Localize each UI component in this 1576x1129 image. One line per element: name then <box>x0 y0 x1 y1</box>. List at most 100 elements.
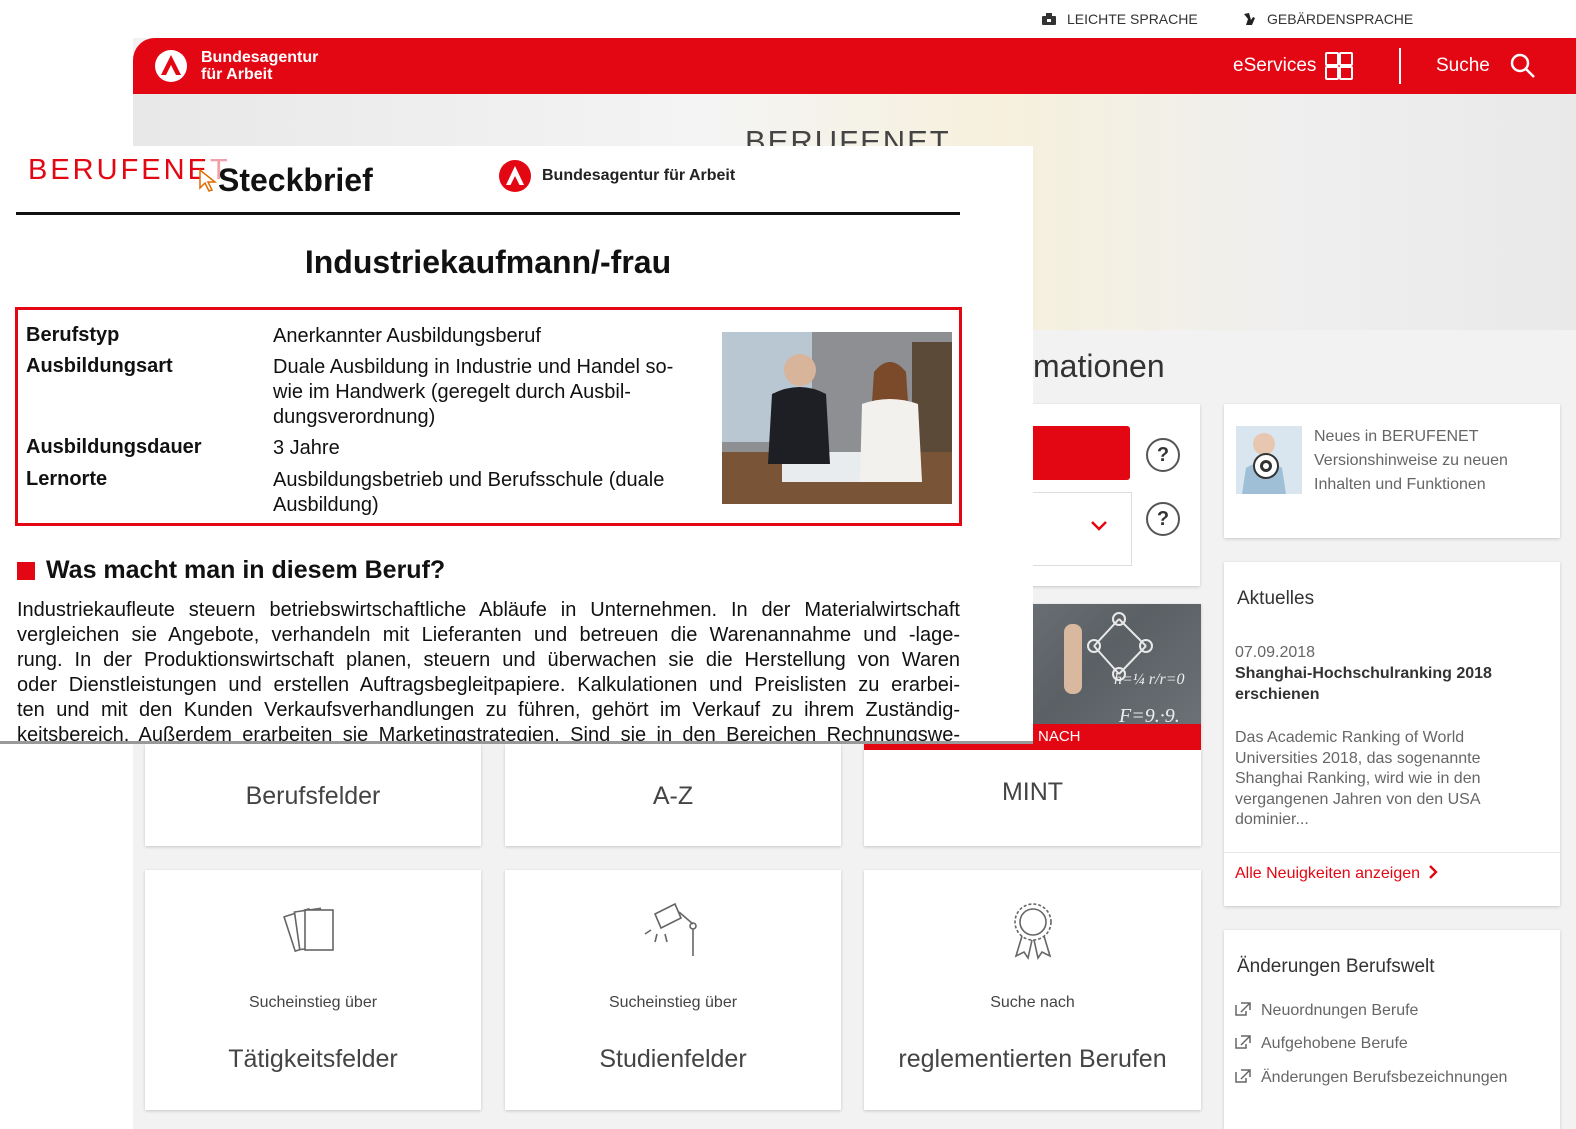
fact-label: Ausbildungsart <box>26 355 173 377</box>
fact-line: Anerkannter Ausbildungsberuf <box>273 325 541 347</box>
fact-line: wie im Handwerk (geregelt durch Ausbil- <box>273 381 631 403</box>
document-edge <box>0 741 1033 744</box>
section-marker <box>17 562 35 580</box>
aenderungen-link-2[interactable]: Aufgehobene Berufe <box>1235 1033 1408 1054</box>
svg-text:h=¼ r/r=0: h=¼ r/r=0 <box>1114 671 1185 688</box>
section-title: Was macht man in diesem Beruf? <box>46 556 446 584</box>
easy-language-icon <box>1042 13 1056 25</box>
tile-subtitle: Sucheinstieg über <box>608 994 738 1011</box>
body-line: Shanghai Ranking, wird wie in den <box>1235 770 1481 787</box>
fact-value: Anerkannter Ausbildungsberuf <box>273 324 713 349</box>
fact-line: Ausbildung) <box>273 494 379 516</box>
cards-icon <box>283 907 334 953</box>
search-link[interactable]: Suche <box>1436 55 1490 77</box>
job-photo <box>722 332 952 504</box>
news-line-1: Neues in BERUFENET <box>1314 428 1479 445</box>
aktuelles-card: Aktuelles 07.09.2018 Shanghai-Hochschulr… <box>1224 562 1560 906</box>
eservices-link[interactable]: eServices <box>1233 55 1316 77</box>
fact-value: 3 Jahre <box>273 436 713 461</box>
aenderungen-title: Änderungen Berufswelt <box>1237 956 1435 977</box>
information-heading: mationen <box>1033 348 1165 384</box>
ba-name: Bundesagentur für Arbeit <box>542 167 736 184</box>
aenderungen-card: Änderungen Berufswelt Neuordnungen Beruf… <box>1224 930 1560 1129</box>
tile-reglementierte-berufe[interactable]: Suche nach reglementierten Berufen <box>864 870 1201 1110</box>
mint-label-fragment: NACH <box>1038 728 1081 745</box>
sign-language-icon <box>1244 13 1255 25</box>
fact-line: dungsverordnung) <box>273 406 436 428</box>
easy-language-link[interactable]: LEICHTE SPRACHE <box>1041 11 1198 27</box>
ba-logo-icon[interactable] <box>155 50 187 82</box>
job-title: Industriekaufmann/-frau <box>304 244 672 280</box>
search-card: EN ? ? <box>1013 404 1200 586</box>
link-label: Änderungen Berufsbezeichnungen <box>1261 1069 1508 1086</box>
logo-line-2: für Arbeit <box>201 66 273 83</box>
tile-subtitle: Sucheinstieg über <box>248 994 378 1011</box>
grid-icon[interactable] <box>1325 52 1353 80</box>
award-rosette-icon <box>1013 903 1052 961</box>
fact-label: Lernorte <box>26 468 108 490</box>
help-icon[interactable]: ? <box>1146 438 1180 472</box>
ba-logo-icon <box>499 160 531 192</box>
body-line: Das Academic Ranking of World <box>1235 729 1465 746</box>
external-link-icon <box>1235 1035 1251 1049</box>
para-line: keitsbereich. Außerdem erarbeiten sie Ma… <box>17 724 960 743</box>
job-description: Industriekaufleute steuern betriebswirts… <box>17 598 960 743</box>
search-icon[interactable] <box>1509 52 1537 80</box>
external-link-icon <box>1235 1002 1251 1016</box>
site-header: Bundesagentur für Arbeit eServices Suche <box>133 38 1576 94</box>
news-line-3: Inhalten und Funktionen <box>1314 476 1486 493</box>
all-news-label: Alle Neuigkeiten anzeigen <box>1235 865 1421 882</box>
tile-a-z[interactable]: A-Z <box>505 744 841 846</box>
fact-value: Duale Ausbildung in Industrie und Handel… <box>273 355 713 430</box>
logo-line-1: Bundesagentur <box>201 49 319 66</box>
job-facts-box: Berufstyp Anerkannter Ausbildungsberuf A… <box>15 307 962 526</box>
aenderungen-link-3[interactable]: Änderungen Berufsbezeichnungen <box>1235 1067 1507 1088</box>
easy-language-label: LEICHTE SPRACHE <box>1067 11 1198 27</box>
sign-language-link[interactable]: GEBÄRDENSPRACHE <box>1241 11 1413 27</box>
fact-value: Ausbildungsbetrieb und Berufsschule (dua… <box>273 468 713 518</box>
aktuelles-date: 07.09.2018 <box>1235 644 1316 661</box>
document-type: Steckbrief <box>218 162 373 198</box>
megaphone-person-icon <box>1236 426 1302 494</box>
all-news-link[interactable]: Alle Neuigkeiten anzeigen <box>1235 865 1439 883</box>
chevron-right-icon <box>1429 865 1439 879</box>
ba-logo-text[interactable]: Bundesagentur für Arbeit <box>201 49 318 83</box>
aktuelles-headline[interactable]: Shanghai-Hochschulranking 2018 erschiene… <box>1235 663 1492 705</box>
tile-title: Tätigkeitsfelder <box>228 1045 398 1073</box>
fact-label: Berufstyp <box>26 324 120 346</box>
para-line: rung. In der Produktionswirtschaft plane… <box>17 649 960 671</box>
headline-line-2: erschienen <box>1235 686 1320 703</box>
news-card-text: Neues in BERUFENET Versionshinweise zu n… <box>1314 426 1508 495</box>
header-divider <box>1399 48 1401 84</box>
tile-subtitle: Suche nach <box>990 994 1075 1011</box>
desk-lamp-icon <box>644 902 697 956</box>
link-label: Neuordnungen Berufe <box>1261 1002 1419 1019</box>
fact-line: 3 Jahre <box>273 437 340 459</box>
news-card[interactable]: Neues in BERUFENET Versionshinweise zu n… <box>1224 404 1560 538</box>
tile-title: A-Z <box>652 782 694 810</box>
tile-studienfelder[interactable]: Sucheinstieg über Studienfelder <box>505 870 841 1110</box>
body-line: vergangenen Jahren von den USA <box>1235 790 1481 808</box>
sign-language-label: GEBÄRDENSPRACHE <box>1267 11 1414 27</box>
body-line: dominier... <box>1235 811 1309 828</box>
para-line: oder Dienstleistungen und erstellen Auft… <box>17 674 960 696</box>
link-label: Aufgehobene Berufe <box>1261 1035 1408 1052</box>
accessibility-bar: LEICHTE SPRACHE GEBÄRDENSPRACHE <box>133 0 1576 38</box>
help-icon-2[interactable]: ? <box>1146 502 1180 536</box>
aenderungen-link-1[interactable]: Neuordnungen Berufe <box>1235 1000 1418 1021</box>
external-link-icon <box>1235 1069 1251 1083</box>
para-line: vergleichen sie Angebote, verhandeln mit… <box>17 624 960 646</box>
body-line: Universities 2018, das sogenannte <box>1235 749 1481 767</box>
para-line: ten und mit den Kunden Verkaufsverhandlu… <box>17 699 960 721</box>
header-rule <box>16 212 960 215</box>
aktuelles-title: Aktuelles <box>1237 588 1315 609</box>
steckbrief-document: BERUFENET Steckbrief Bundesagentur für A… <box>0 146 1033 743</box>
tile-taetigkeitsfelder[interactable]: Sucheinstieg über Tätigkeitsfelder <box>145 870 481 1110</box>
fact-label: Ausbildungsdauer <box>26 436 202 458</box>
aktuelles-body: Das Academic Ranking of World Universiti… <box>1235 728 1481 831</box>
fact-line: Duale Ausbildung in Industrie und Handel… <box>273 356 674 378</box>
tile-title: Berufsfelder <box>245 782 381 810</box>
tile-title: Studienfelder <box>599 1045 747 1073</box>
tile-title: reglementierten Berufen <box>898 1045 1167 1073</box>
tile-berufsfelder[interactable]: Berufsfelder <box>145 744 481 846</box>
